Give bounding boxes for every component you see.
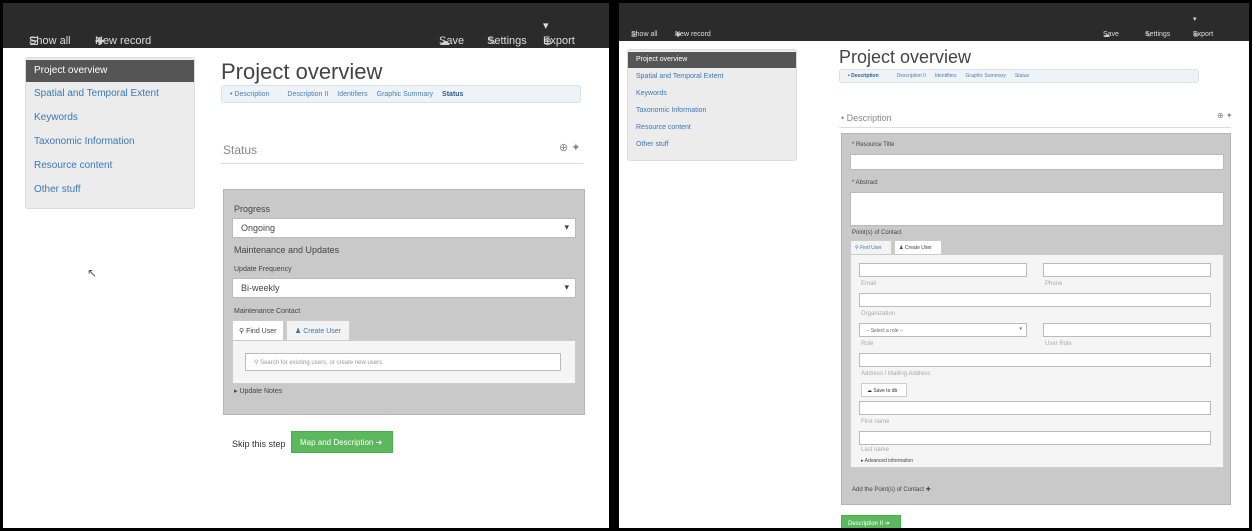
mouse-cursor-icon: ↖ [87,266,98,280]
user-search-input[interactable]: ⚲ Search for existing users, or create n… [245,353,561,371]
caret-down-icon: ▾ [564,282,569,292]
add-poc-button[interactable]: Add the Point(s) of Contact ✚ [852,486,931,493]
top-navbar: ☰ Show all ✚ New record ☁ Save ✎ Settings ⊕ E… [3,3,609,48]
section-title: Status [223,143,258,157]
email-label: Email [861,281,877,287]
caret-right-icon: ▸ [234,388,238,395]
user-role-input[interactable] [1043,323,1211,337]
sidebar-item-resource[interactable]: Resource content [26,154,194,178]
sidebar-item-project-overview[interactable]: Project overview [26,60,194,82]
update-notes-toggle[interactable]: ▸ Update Notes [234,387,282,395]
user-icon: ♟ [295,328,302,335]
advanced-info-toggle[interactable]: ▸ Advanced information [861,458,913,464]
page-title: Project overview [221,59,383,84]
divider [221,163,583,164]
sidebar-item-other[interactable]: Other stuff [628,136,796,153]
tab-find-user[interactable]: ⚲ Find User [232,320,284,340]
tab-description-ii[interactable]: Description II [287,91,328,98]
role-select[interactable]: -- Select a role -- ▾ [859,323,1027,337]
address-label: Address / Mailing Address [861,371,931,377]
sidebar-item-taxonomic[interactable]: Taxonomic Information [26,130,194,154]
resource-title-input[interactable] [850,154,1224,170]
update-frequency-select[interactable]: Bi-weekly ▾ [232,278,576,298]
save-to-db-button[interactable]: ☁ Save to db [861,383,907,397]
skip-step-button[interactable]: Skip this step [223,433,287,453]
arrow-right-icon: ➜ [375,438,383,447]
maintenance-contact-label: Maintenance Contact [234,308,301,315]
org-input[interactable] [1043,263,1211,277]
search-icon: ⚲ [239,328,245,335]
resource-title-label: * Resource Title [852,142,895,148]
tab-create-user[interactable]: ♟ Create User [286,320,350,340]
page-title: Project overview [839,47,972,67]
tab-status[interactable]: Status [1015,73,1029,79]
top-navbar: ☰ Show all ✚ New record ☁ Save ✎ Settings ⊕ E… [619,3,1249,41]
sidebar-item-spatial[interactable]: Spatial and Temporal Extent [628,68,796,85]
progress-label: Progress [234,204,271,214]
sidebar-item-resource[interactable]: Resource content [628,119,796,136]
tab-graphic-summary[interactable]: Graphic Summary [966,73,1006,79]
progress-select[interactable]: Ongoing ▾ [232,218,576,238]
find-user-pane: ⚲ Search for existing users, or create n… [232,340,576,384]
cloud-icon: ☁ [867,388,872,394]
first-name-label: First name [861,419,890,425]
organization-input[interactable] [859,293,1211,307]
create-user-pane: Email Phone Organization -- Select a rol… [850,254,1224,468]
user-role-label: User Role [1045,341,1072,347]
right-screenshot: ☰ Show all ✚ New record ☁ Save ✎ Settings ⊕ E… [616,0,1252,531]
name-input[interactable] [859,263,1027,277]
left-screenshot: ☰ Show all ✚ New record ☁ Save ✎ Settings ⊕ E… [0,0,612,531]
status-panel: Progress Ongoing ▾ Maintenance and Update… [223,189,585,415]
tab-find-user[interactable]: ⚲ Find User [850,240,892,254]
sidebar-item-taxonomic[interactable]: Taxonomic Information [628,102,796,119]
export-button[interactable]: ⊕ Export ▾ [1193,15,1213,39]
caret-down-icon: ▾ [564,222,569,232]
search-icon: ⚲ [254,360,259,366]
tab-description[interactable]: • Description [230,91,278,98]
tab-create-user[interactable]: ♟ Create User [894,240,942,254]
sidebar-item-keywords[interactable]: Keywords [26,106,194,130]
plus-icon: ✚ [925,487,931,493]
last-name-label: Last name [861,447,890,453]
tab-status[interactable]: Status [442,91,463,98]
abstract-textarea[interactable] [850,192,1224,226]
sidebar-item-project-overview[interactable]: Project overview [628,52,796,68]
caret-down-icon: ▾ [1019,326,1022,332]
tab-description-ii[interactable]: Description II [897,73,926,79]
arrow-right-icon: ➜ [884,521,890,527]
next-button[interactable]: Description II ➜ [841,515,901,528]
role-label: Role [861,341,874,347]
first-name-input[interactable] [859,401,1211,415]
last-name-input[interactable] [859,431,1211,445]
search-icon: ⚲ [855,245,859,251]
description-panel: * Resource Title * Abstract Point(s) of … [841,133,1231,505]
sidebar-item-spatial[interactable]: Spatial and Temporal Extent [26,82,194,106]
abstract-label: * Abstract [852,180,878,186]
poc-label: Point(s) of Contact [852,230,902,236]
phone-label: Phone [1045,281,1063,287]
address-input[interactable] [859,353,1211,367]
next-button[interactable]: Map and Description ➜ [291,431,393,453]
caret-right-icon: ▸ [861,458,864,464]
sidebar-item-keywords[interactable]: Keywords [628,85,796,102]
export-button[interactable]: ⊕ Export ▾ [543,19,575,48]
section-title: • Description [841,113,892,123]
tab-identifiers[interactable]: Identifiers [337,91,367,98]
collapse-icon[interactable]: ⊕ ✦ [1217,111,1233,120]
tab-identifiers[interactable]: Identifiers [935,73,957,79]
sidebar-item-other[interactable]: Other stuff [26,178,194,202]
sidebar: Project overview Spatial and Temporal Ex… [627,49,797,161]
subtab-bar: • Description Description II Identifiers Gr… [221,85,581,103]
tab-graphic-summary[interactable]: Graphic Summary [377,91,433,98]
organization-label: Organization [861,311,896,317]
tab-description[interactable]: • Description [848,73,888,79]
maintenance-title: Maintenance and Updates [234,245,340,255]
sidebar: Project overview Spatial and Temporal Ex… [25,57,195,209]
divider [839,127,1231,128]
collapse-icon[interactable]: ⊕ ✦ [559,141,581,154]
subtab-bar: • Description Description II Identifiers Gr… [839,69,1199,83]
update-frequency-label: Update Frequency [234,266,292,273]
user-icon: ♟ [899,245,904,251]
